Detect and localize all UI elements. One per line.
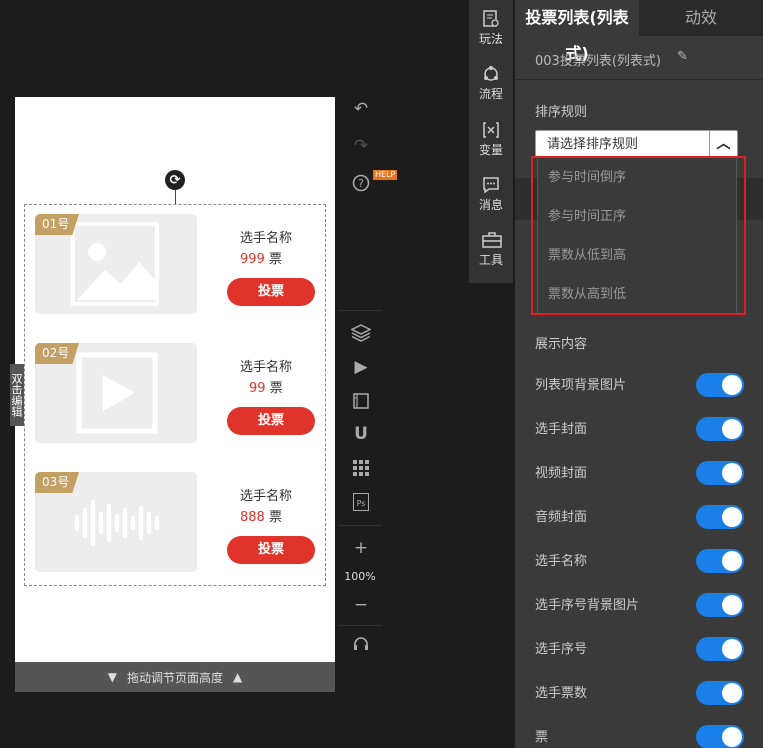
toggle-switch[interactable] bbox=[696, 461, 744, 485]
divider bbox=[515, 79, 763, 80]
highlight-frame bbox=[531, 156, 746, 315]
component-name[interactable]: 003投票列表(列表式) bbox=[535, 50, 661, 69]
vote-count: 888 票 bbox=[240, 510, 282, 525]
toggle-switch[interactable] bbox=[696, 593, 744, 617]
function-rail: 玩法 流程 变量 消息 工具 bbox=[469, 0, 513, 283]
toggle-switch[interactable] bbox=[696, 637, 744, 661]
rotate-handle-line bbox=[175, 190, 176, 204]
toggle-row: 列表项背景图片 bbox=[515, 362, 763, 406]
toolbar-divider bbox=[338, 525, 382, 526]
rail-item-gameplay[interactable]: 玩法 bbox=[469, 10, 513, 47]
rotate-handle-icon[interactable]: ⟳ bbox=[165, 170, 185, 190]
flow-icon bbox=[482, 65, 500, 83]
svg-text:?: ? bbox=[358, 177, 364, 190]
gameplay-icon bbox=[482, 10, 500, 28]
toggle-switch[interactable] bbox=[696, 549, 744, 573]
toggle-switch[interactable] bbox=[696, 417, 744, 441]
player-number-badge: 02号 bbox=[35, 343, 79, 364]
magnet-icon[interactable]: U bbox=[347, 423, 375, 445]
film-icon[interactable] bbox=[347, 390, 375, 412]
toggle-switch[interactable] bbox=[696, 373, 744, 397]
panel-tabbar: 投票列表(列表式) 动效 bbox=[515, 0, 763, 63]
vote-button[interactable]: 投票 bbox=[227, 407, 315, 435]
toolbar-divider bbox=[338, 310, 382, 311]
vote-count: 999 票 bbox=[240, 252, 282, 267]
vote-button[interactable]: 投票 bbox=[227, 536, 315, 564]
sort-rule-select[interactable]: 请选择排序规则 ︿ bbox=[535, 130, 738, 158]
page-height-drag-bar[interactable]: ▼ 拖动调节页面高度 ▲ bbox=[15, 662, 335, 692]
rail-item-flow[interactable]: 流程 bbox=[469, 65, 513, 102]
vote-count: 99 票 bbox=[249, 381, 283, 396]
chevron-up-icon[interactable]: ︿ bbox=[709, 131, 737, 157]
double-click-edit-hint[interactable]: 双击编辑 bbox=[10, 364, 24, 426]
triangle-down-icon[interactable]: ▼ bbox=[108, 670, 117, 684]
display-content-label: 展示内容 bbox=[535, 337, 588, 352]
toggle-row: 选手序号背景图片 bbox=[515, 582, 763, 626]
player-name: 选手名称 bbox=[240, 489, 293, 504]
toggle-row: 票 bbox=[515, 714, 763, 748]
pencil-edit-icon[interactable]: ✎ bbox=[677, 49, 688, 64]
toggle-row: 视频封面 bbox=[515, 450, 763, 494]
photoshop-icon[interactable]: Ps bbox=[347, 491, 375, 513]
sort-rule-label: 排序规则 bbox=[535, 105, 588, 120]
help-badge[interactable]: HELP bbox=[373, 170, 398, 180]
help-icon[interactable]: ? bbox=[347, 172, 375, 194]
list-item[interactable]: 03号 选手名称 888 票 投票 bbox=[35, 472, 325, 572]
grid-icon[interactable] bbox=[347, 457, 375, 479]
toggle-row: 选手序号 bbox=[515, 626, 763, 670]
toggle-row: 选手名称 bbox=[515, 538, 763, 582]
rail-item-tools[interactable]: 工具 bbox=[469, 231, 513, 268]
player-name: 选手名称 bbox=[240, 231, 293, 246]
zoom-out-icon[interactable]: − bbox=[347, 594, 375, 616]
zoom-in-icon[interactable]: + bbox=[347, 537, 375, 559]
vote-button[interactable]: 投票 bbox=[227, 278, 315, 306]
list-item[interactable]: 01号 选手名称 999 票 投票 bbox=[35, 214, 325, 314]
rail-item-variable[interactable]: 变量 bbox=[469, 121, 513, 158]
toggle-row: 音频封面 bbox=[515, 494, 763, 538]
redo-icon[interactable]: ↷ bbox=[347, 135, 375, 157]
undo-icon[interactable]: ↶ bbox=[347, 98, 375, 120]
toolbox-icon bbox=[482, 231, 502, 249]
triangle-up-icon[interactable]: ▲ bbox=[233, 670, 242, 684]
rail-item-message[interactable]: 消息 bbox=[469, 176, 513, 213]
svg-text:Ps: Ps bbox=[357, 499, 366, 508]
preview-play-icon[interactable]: ▶ bbox=[347, 356, 375, 378]
zoom-level: 100% bbox=[344, 570, 376, 583]
message-icon bbox=[482, 176, 500, 194]
drag-bar-label: 拖动调节页面高度 bbox=[126, 670, 223, 685]
player-name: 选手名称 bbox=[240, 360, 293, 375]
properties-panel: 投票列表(列表式) 动效 003投票列表(列表式) ✎ 排序规则 请选择排序规则… bbox=[515, 0, 763, 748]
player-number-badge: 03号 bbox=[35, 472, 79, 493]
toolbar-divider bbox=[338, 625, 382, 626]
toggle-row: 选手封面 bbox=[515, 406, 763, 450]
layers-icon[interactable] bbox=[347, 322, 375, 344]
toggle-switch[interactable] bbox=[696, 725, 744, 748]
toggle-switch[interactable] bbox=[696, 681, 744, 705]
toggle-row: 选手票数 bbox=[515, 670, 763, 714]
tab-animation[interactable]: 动效 bbox=[639, 0, 763, 36]
variable-icon bbox=[482, 121, 500, 139]
tab-vote-list[interactable]: 投票列表(列表式) bbox=[515, 0, 639, 63]
headset-support-icon[interactable] bbox=[347, 633, 375, 655]
player-number-badge: 01号 bbox=[35, 214, 79, 235]
list-item[interactable]: 02号 选手名称 99 票 投票 bbox=[35, 343, 325, 443]
toggle-switch[interactable] bbox=[696, 505, 744, 529]
